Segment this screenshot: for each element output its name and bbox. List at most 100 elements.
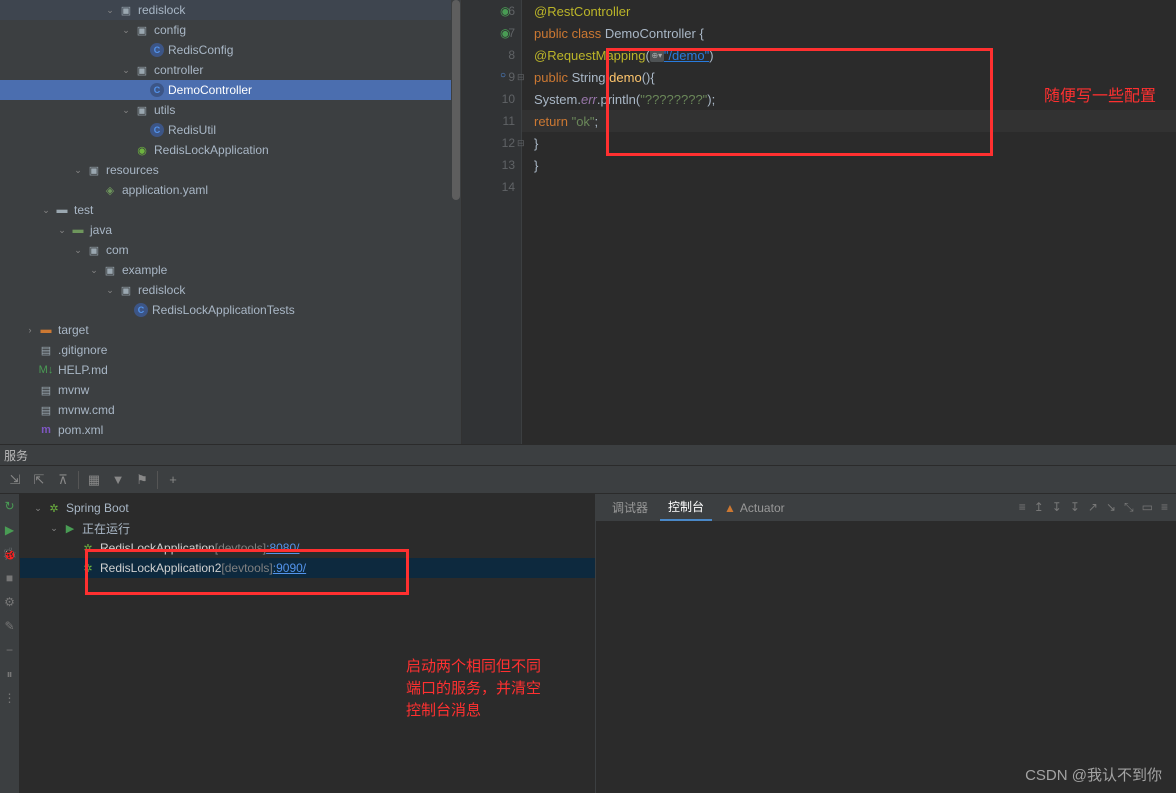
tree-file-gitignore[interactable]: ▤.gitignore [0, 340, 461, 360]
down-icon[interactable]: ↧ [1052, 500, 1062, 515]
tree-folder-java[interactable]: ⌄▬java [0, 220, 461, 240]
bookmark-icon[interactable]: ⚑ [133, 471, 151, 489]
file-icon: ▤ [38, 382, 54, 398]
add-icon[interactable]: + [164, 471, 182, 489]
tab-console[interactable]: 控制台 [660, 494, 712, 521]
tree-folder-test[interactable]: ⌄▬test [0, 200, 461, 220]
package-icon: ▣ [118, 282, 134, 298]
class-icon: C [134, 303, 148, 317]
run-line-icon[interactable]: ◉ [500, 4, 514, 18]
package-icon: ▣ [86, 242, 102, 258]
spring-app-icon: ✲ [80, 560, 96, 576]
project-tree[interactable]: ⌄▣redislock ⌄▣config CRedisConfig ⌄▣cont… [0, 0, 462, 444]
grid-icon[interactable]: ▦ [85, 471, 103, 489]
package-icon: ▣ [102, 262, 118, 278]
collapse-all-icon[interactable]: ⇱ [30, 471, 48, 489]
import-icon[interactable]: ↘ [1106, 500, 1116, 515]
chevron-down-icon: ⌄ [120, 24, 132, 36]
annotation-label-apps: 启动两个相同但不同 端口的服务，并清空 控制台消息 [406, 656, 541, 722]
tree-folder-utils[interactable]: ⌄▣utils [0, 100, 461, 120]
folder-icon: ▬ [70, 222, 86, 238]
delete-icon[interactable]: − [2, 642, 18, 658]
svc-spring-boot[interactable]: ⌄✲Spring Boot [20, 498, 595, 518]
tab-debugger[interactable]: 调试器 [604, 495, 656, 520]
edit-icon[interactable]: ✎ [2, 618, 18, 634]
rerun-icon[interactable]: ↻ [2, 498, 18, 514]
svc-running[interactable]: ⌄▶正在运行 [20, 518, 595, 538]
tree-file-pomxml[interactable]: mpom.xml [0, 420, 461, 440]
wrap-icon[interactable]: ≡ [1019, 500, 1026, 515]
collapse-icon[interactable]: ⊼ [54, 471, 72, 489]
run-icon: ▶ [62, 520, 78, 536]
maven-icon: m [38, 422, 54, 438]
target-icon: ▬ [38, 322, 54, 338]
spring-icon: ✲ [46, 500, 62, 516]
tree-folder-config[interactable]: ⌄▣config [0, 20, 461, 40]
run-line-icon[interactable]: ◉ [500, 26, 514, 40]
svc-app2[interactable]: ✲RedisLockApplication2 [devtools] :9090/ [20, 558, 595, 578]
class-icon: C [150, 43, 164, 57]
svc-app1[interactable]: ✲RedisLockApplication [devtools] :8080/ [20, 538, 595, 558]
settings-icon[interactable]: ⚙ [2, 594, 18, 610]
debug-icon[interactable]: 🐞 [2, 546, 18, 562]
tree-file-tests[interactable]: CRedisLockApplicationTests [0, 300, 461, 320]
chevron-down-icon: ⌄ [104, 4, 116, 16]
services-tree[interactable]: ⌄✲Spring Boot ⌄▶正在运行 ✲RedisLockApplicati… [20, 494, 595, 793]
chevron-down-icon: ⌄ [48, 522, 60, 534]
down2-icon[interactable]: ↧ [1070, 500, 1080, 515]
chevron-down-icon: ⌄ [72, 244, 84, 256]
tree-folder-target[interactable]: ›▬target [0, 320, 461, 340]
spring-mapping-icon: ⊕▾ [650, 48, 664, 62]
tree-file-redislockapp[interactable]: ◉RedisLockApplication [0, 140, 461, 160]
tree-folder-resources[interactable]: ⌄▣resources [0, 160, 461, 180]
chevron-right-icon: › [24, 324, 36, 336]
up-icon[interactable]: ↥ [1034, 500, 1044, 515]
tree-scrollbar[interactable] [451, 0, 461, 444]
chevron-down-icon: ⌄ [32, 502, 44, 514]
chevron-down-icon: ⌄ [88, 264, 100, 276]
tree-file-redisconfig[interactable]: CRedisConfig [0, 40, 461, 60]
tree-file-redisutil[interactable]: CRedisUtil [0, 120, 461, 140]
tree-file-appyaml[interactable]: ◈application.yaml [0, 180, 461, 200]
filter-icon[interactable]: ▼ [109, 471, 127, 489]
stop-icon[interactable]: ■ [2, 570, 18, 586]
tree-folder-example[interactable]: ⌄▣example [0, 260, 461, 280]
more-icon[interactable]: ⋮ [2, 690, 18, 706]
package-icon: ▣ [134, 62, 150, 78]
yaml-icon: ◈ [102, 182, 118, 198]
chevron-down-icon: ⌄ [104, 284, 116, 296]
tree-file-mvnw[interactable]: ▤mvnw [0, 380, 461, 400]
tree-file-helpmd[interactable]: M↓HELP.md [0, 360, 461, 380]
app1-port-link[interactable]: :8080/ [266, 541, 299, 555]
code-editor[interactable]: ◉6 ◉7 8 ○9⊟ 10 11 12⊟ 13 14 @RestControl… [462, 0, 1176, 444]
services-console: 调试器 控制台 ▲Actuator ≡ ↥ ↧ ↧ ↗ ↘ ⤡ ▭ ≡ [595, 494, 1176, 793]
settings2-icon[interactable]: ≡ [1161, 500, 1168, 515]
tree-file-mvnwcmd[interactable]: ▤mvnw.cmd [0, 400, 461, 420]
spring-app-icon: ◉ [134, 142, 150, 158]
tab-actuator[interactable]: ▲Actuator [716, 497, 793, 519]
code-content[interactable]: @RestController public class DemoControl… [522, 0, 1176, 444]
file-icon: ▤ [38, 342, 54, 358]
chevron-down-icon: ⌄ [40, 204, 52, 216]
services-panel-header[interactable]: 服务 [0, 444, 1176, 466]
tree-folder-com[interactable]: ⌄▣com [0, 240, 461, 260]
chevron-down-icon: ⌄ [120, 104, 132, 116]
tree-folder-redislock[interactable]: ⌄▣redislock [0, 0, 461, 20]
tree-file-democontroller[interactable]: CDemoController [0, 80, 461, 100]
class-icon: C [150, 83, 164, 97]
services-toolbar: ⇲ ⇱ ⊼ ▦ ▼ ⚑ + [0, 466, 1176, 494]
services-left-toolbar: ↻ ▶ 🐞 ■ ⚙ ✎ − ⏸ ⋮ [0, 494, 20, 793]
run-icon[interactable]: ▶ [2, 522, 18, 538]
layout-icon[interactable]: ▭ [1142, 500, 1153, 515]
scroll-icon[interactable]: ⤡ [1124, 500, 1134, 515]
folder-icon: ▬ [54, 202, 70, 218]
app2-port-link[interactable]: :9090/ [273, 561, 306, 575]
chevron-down-icon: ⌄ [72, 164, 84, 176]
override-icon[interactable]: ○ [500, 70, 514, 84]
package-icon: ▣ [134, 102, 150, 118]
pause-icon[interactable]: ⏸ [2, 666, 18, 682]
tree-folder-controller[interactable]: ⌄▣controller [0, 60, 461, 80]
tree-folder-redislock2[interactable]: ⌄▣redislock [0, 280, 461, 300]
expand-all-icon[interactable]: ⇲ [6, 471, 24, 489]
export-icon[interactable]: ↗ [1088, 500, 1098, 515]
